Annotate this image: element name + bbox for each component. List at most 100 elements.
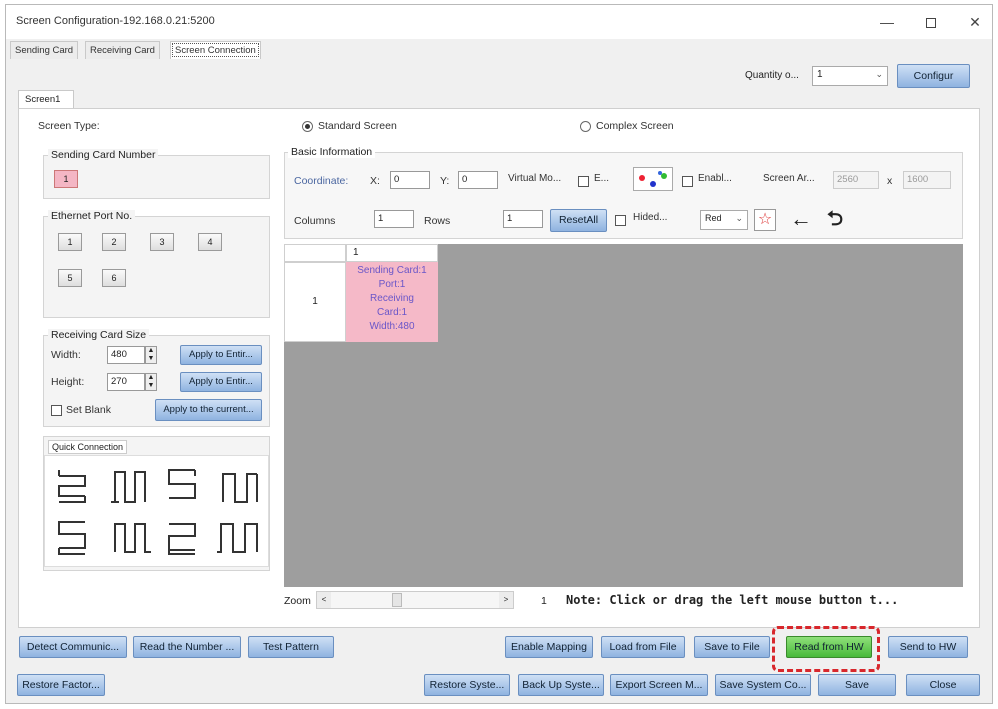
back-arrow-icon[interactable]: ← [786, 207, 816, 233]
cell-line-5: Width:480 [369, 321, 415, 332]
height-spinner[interactable]: ▲ ▼ [145, 373, 157, 391]
quantity-select[interactable]: 1 ⌄ [812, 66, 888, 86]
save-system-config-button[interactable]: Save System Co... [715, 674, 811, 696]
ethernet-title: Ethernet Port No. [48, 210, 136, 222]
screen-area-label: Screen Ar... [763, 173, 815, 184]
column-header: 1 [346, 244, 438, 262]
height-label: Height: [51, 376, 85, 388]
screen-type-label: Screen Type: [38, 120, 100, 132]
pattern-6-icon [114, 523, 151, 553]
screen-area-height-input[interactable]: 1600 [903, 171, 951, 189]
port-4[interactable]: 4 [198, 233, 222, 251]
undo-icon[interactable]: ⮌ [820, 207, 850, 233]
save-to-file-button[interactable]: Save to File [694, 636, 770, 658]
maximize-icon [926, 18, 936, 29]
zoom-right-arrow[interactable]: > [499, 592, 513, 608]
pattern-4-icon [222, 473, 258, 503]
virtual-e-label: E... [594, 173, 610, 184]
complex-screen-radio[interactable]: Complex Screen [580, 120, 674, 132]
close-window-button[interactable]: ✕ [960, 11, 990, 33]
ethernet-group [43, 216, 270, 318]
coordinate-label: Coordinate: [294, 175, 349, 187]
sending-card-1[interactable]: 1 [54, 170, 78, 188]
radio-selected-icon [302, 120, 313, 132]
zoom-left-arrow[interactable]: < [317, 592, 331, 608]
load-from-file-button[interactable]: Load from File [601, 636, 685, 658]
enable-mapping-button[interactable]: Enable Mapping [505, 636, 593, 658]
rows-input[interactable]: 1 [503, 210, 543, 228]
configure-button[interactable]: Configur [897, 64, 970, 88]
reset-all-button[interactable]: ResetAll [550, 209, 607, 232]
apply-height-button[interactable]: Apply to Entir... [180, 372, 262, 392]
port-1[interactable]: 1 [58, 233, 82, 251]
star-icon[interactable]: ☆ [754, 209, 776, 231]
quick-connection-title: Quick Connection [48, 440, 128, 454]
receiving-card-cell[interactable]: Sending Card:1 Port:1 Receiving Card:1 W… [346, 262, 438, 342]
color-dots-icon [639, 171, 667, 187]
zoom-value: 1 [541, 595, 547, 607]
enable-checkbox[interactable] [682, 176, 693, 187]
zoom-label: Zoom [284, 595, 311, 607]
pattern-7-icon [168, 523, 196, 555]
virtual-e-checkbox[interactable] [578, 176, 589, 187]
port-3[interactable]: 3 [150, 233, 174, 251]
width-spinner[interactable]: ▲ ▼ [145, 346, 157, 364]
pattern-5-icon [58, 521, 86, 555]
color-palette-button[interactable] [633, 167, 673, 191]
pattern-2-icon [111, 471, 146, 503]
maximize-button[interactable] [916, 11, 946, 33]
color-select-value: Red [705, 213, 722, 223]
restore-system-button[interactable]: Restore Syste... [424, 674, 510, 696]
hided-label: Hided... [633, 212, 668, 223]
tab-screen-connection[interactable]: Screen Connection [170, 41, 261, 59]
receiving-size-title: Receiving Card Size [48, 329, 150, 341]
restore-factory-button[interactable]: Restore Factor... [17, 674, 105, 696]
cell-line-2: Port:1 [378, 279, 406, 290]
row-header: 1 [284, 262, 346, 342]
standard-screen-radio[interactable]: Standard Screen [302, 120, 397, 132]
screen-area-width-input[interactable]: 2560 [833, 171, 879, 189]
minimize-button[interactable]: — [872, 11, 902, 33]
save-button[interactable]: Save [818, 674, 896, 696]
zoom-thumb[interactable] [392, 593, 402, 607]
port-2[interactable]: 2 [102, 233, 126, 251]
highlight-box [772, 626, 880, 672]
screen-grid[interactable]: 1 1 Sending Card:1 Port:1 Receiving Card… [284, 244, 963, 587]
width-input[interactable]: 480 [107, 346, 145, 364]
read-number-button[interactable]: Read the Number ... [133, 636, 241, 658]
enable-label: Enabl... [698, 173, 732, 184]
pattern-1-icon [58, 470, 86, 503]
back-up-system-button[interactable]: Back Up Syste... [518, 674, 604, 696]
virtual-mode-label: Virtual Mo... [508, 173, 562, 184]
export-screen-button[interactable]: Export Screen M... [610, 674, 708, 696]
pattern-8-icon [217, 523, 258, 553]
cell-line-3: Receiving [370, 293, 414, 304]
grid-corner [284, 244, 346, 262]
quick-connection-patterns [44, 455, 269, 567]
chevron-down-icon: ⌄ [735, 213, 743, 223]
radio-icon [580, 120, 591, 132]
send-to-hw-button[interactable]: Send to HW [888, 636, 968, 658]
tab-receiving-card[interactable]: Receiving Card [85, 41, 160, 59]
wiring-patterns-icon [58, 469, 258, 555]
title-bar: Screen Configuration-192.168.0.21:5200 —… [6, 5, 992, 39]
zoom-slider[interactable]: < > [316, 591, 514, 609]
x-input[interactable]: 0 [390, 171, 430, 189]
color-select[interactable]: Red ⌄ [700, 210, 748, 230]
complex-screen-label: Complex Screen [596, 120, 674, 132]
test-pattern-button[interactable]: Test Pattern [248, 636, 334, 658]
tab-screen1[interactable]: Screen1 [18, 90, 74, 108]
chevron-down-icon: ⌄ [875, 69, 883, 79]
columns-input[interactable]: 1 [374, 210, 414, 228]
tab-sending-card[interactable]: Sending Card [10, 41, 79, 59]
apply-current-button[interactable]: Apply to the current... [155, 399, 262, 421]
y-input[interactable]: 0 [458, 171, 498, 189]
close-button[interactable]: Close [906, 674, 980, 696]
port-5[interactable]: 5 [58, 269, 82, 287]
apply-width-button[interactable]: Apply to Entir... [180, 345, 262, 365]
port-6[interactable]: 6 [102, 269, 126, 287]
hided-checkbox[interactable] [615, 215, 626, 226]
set-blank-checkbox[interactable] [51, 405, 62, 416]
detect-communication-button[interactable]: Detect Communic... [19, 636, 127, 658]
height-input[interactable]: 270 [107, 373, 145, 391]
